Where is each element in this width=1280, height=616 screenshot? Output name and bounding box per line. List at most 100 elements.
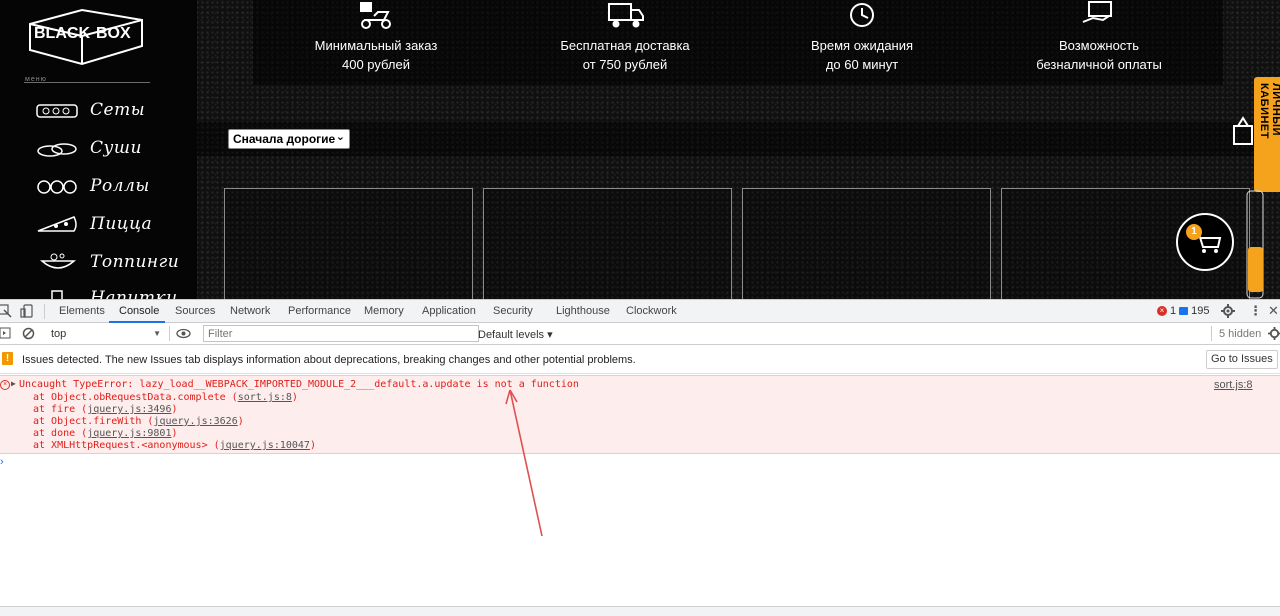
console-filter-input[interactable]	[203, 325, 479, 342]
device-toolbar-icon[interactable]	[20, 304, 34, 318]
product-card[interactable]	[224, 188, 473, 299]
feature-line1: Бесплатная доставка	[560, 38, 690, 53]
card-payment-icon	[1082, 1, 1112, 23]
rolls-icon	[37, 180, 77, 194]
menu-item-rolls[interactable]: Роллы	[34, 173, 194, 199]
stack-frame-text: at fire (	[33, 404, 88, 415]
features-bar: Минимальный заказ 400 рублей Бесплатная …	[253, 0, 1223, 85]
menu-item-label: Роллы	[90, 176, 150, 196]
stack-frame: at XMLHttpRequest.<anonymous> (jquery.js…	[33, 440, 316, 451]
personal-cabinet-label: ЛИЧНЫЙ КАБИНЕТ	[1258, 83, 1280, 139]
logo[interactable]: BLACK BOX	[22, 6, 152, 66]
error-circle-icon: ×	[0, 380, 10, 390]
delivery-scooter-icon	[360, 2, 391, 29]
menu-item-toppings[interactable]: Топпинги	[34, 249, 194, 275]
tab-network[interactable]: Network	[230, 305, 270, 317]
feature-line2: 400 рублей	[342, 57, 410, 72]
feature-card-payment: Возможность безналичной оплаты	[984, 0, 1214, 74]
logo-box-icon: BLACK BOX	[29, 8, 143, 66]
stack-frame-suffix: )	[171, 404, 178, 415]
eye-icon[interactable]	[176, 328, 191, 339]
tab-console[interactable]: Console	[119, 305, 159, 317]
clear-console-icon[interactable]	[22, 327, 35, 340]
message-icon	[1179, 307, 1189, 315]
message-count: 195	[1191, 305, 1210, 317]
cart-count-badge: 1	[1186, 224, 1202, 240]
website-viewport: BLACK BOX меню Сеты Суши Роллы Пицца Топ…	[0, 0, 1280, 299]
stack-frame: at done (jquery.js:9801)	[33, 428, 178, 439]
log-levels-dropdown[interactable]: Default levels ▾	[478, 328, 553, 341]
menu-item-pizza[interactable]: Пицца	[34, 211, 194, 237]
feature-line2: до 60 минут	[825, 57, 899, 72]
menu-item-label: Топпинги	[90, 252, 180, 272]
pizza-icon	[37, 216, 77, 232]
product-card[interactable]	[742, 188, 991, 299]
menu-item-drinks[interactable]: Напитки	[34, 285, 194, 299]
error-message-text: Uncaught TypeError: lazy_load__WEBPACK_I…	[19, 379, 579, 390]
sort-select-value: Сначала дорогие	[233, 132, 336, 146]
side-scroll-thumb[interactable]	[1248, 247, 1263, 292]
context-value: top	[51, 327, 67, 340]
tab-application[interactable]: Application	[422, 305, 476, 317]
console-toolbar: top ▼ Default levels ▾ 5 hidden	[0, 323, 1280, 345]
svg-text:BLACK: BLACK	[34, 25, 90, 42]
stack-frame-suffix: )	[309, 440, 316, 451]
close-icon[interactable]: ✕	[1268, 303, 1279, 319]
stack-frame-link[interactable]: jquery.js:3626	[153, 416, 237, 427]
personal-cabinet-tab[interactable]: ЛИЧНЫЙ КАБИНЕТ	[1254, 77, 1280, 192]
toolbar-divider	[169, 326, 170, 341]
stack-frame-link[interactable]: jquery.js:10047	[220, 440, 310, 451]
timer-icon	[850, 3, 874, 27]
console-settings-gear-icon[interactable]	[1268, 327, 1280, 340]
error-count: 1	[1170, 305, 1177, 317]
sort-band	[197, 122, 1280, 156]
tab-sources[interactable]: Sources	[175, 305, 215, 317]
stack-frame-text: at Object.fireWith (	[33, 416, 154, 427]
error-source-link[interactable]: sort.js:8	[1214, 379, 1253, 391]
tab-elements[interactable]: Elements	[59, 305, 105, 317]
menu-item-label: Сеты	[90, 100, 146, 120]
chevron-down-icon: ⌄	[335, 131, 345, 143]
cart-button[interactable]: 1	[1176, 213, 1234, 271]
product-card[interactable]	[483, 188, 732, 299]
stack-frame-text: at XMLHttpRequest.<anonymous> (	[33, 440, 220, 451]
console-prompt[interactable]: ›	[0, 456, 4, 468]
feature-line2: безналичной оплаты	[1036, 57, 1162, 72]
feature-free-delivery: Бесплатная доставка от 750 рублей	[510, 0, 740, 74]
warning-icon: !	[2, 352, 13, 365]
stack-frame-link[interactable]: jquery.js:9801	[87, 428, 171, 439]
stack-frame: at Object.obRequestData.complete (sort.j…	[33, 392, 298, 403]
sidebar: BLACK BOX меню Сеты Суши Роллы Пицца Топ…	[0, 0, 197, 299]
feature-min-order: Минимальный заказ 400 рублей	[261, 0, 491, 74]
tab-lighthouse[interactable]: Lighthouse	[556, 305, 610, 317]
dropdown-triangle-icon: ▼	[153, 329, 161, 338]
issue-counter[interactable]: × 1 195	[1157, 305, 1209, 317]
tab-performance[interactable]: Performance	[288, 305, 351, 317]
tab-clockwork[interactable]: Clockwork	[626, 305, 677, 317]
context-select[interactable]: top ▼	[45, 324, 163, 343]
feature-line2: от 750 рублей	[582, 57, 668, 72]
gear-icon[interactable]	[1221, 304, 1235, 318]
tabbar-divider	[44, 304, 45, 319]
stack-frame-link[interactable]: sort.js:8	[238, 392, 292, 403]
annotation-arrow	[505, 389, 543, 537]
menu-divider	[24, 82, 150, 83]
more-options-icon[interactable]: ⋮	[1249, 303, 1262, 319]
go-to-issues-button[interactable]: Go to Issues	[1206, 350, 1278, 369]
feature-line1: Возможность	[1058, 38, 1140, 53]
menu-item-sushi[interactable]: Суши	[34, 135, 194, 161]
tab-memory[interactable]: Memory	[364, 305, 404, 317]
stack-frame-link[interactable]: jquery.js:3496	[87, 404, 171, 415]
sort-select[interactable]: Сначала дорогие ⌄	[228, 129, 350, 149]
menu-item-sets[interactable]: Сеты	[34, 97, 194, 123]
expand-triangle-icon[interactable]: ▶	[11, 379, 16, 388]
feature-line1: Время ожидания	[810, 38, 914, 53]
inspect-element-icon[interactable]	[0, 304, 12, 318]
sidebar-toggle-icon[interactable]	[0, 327, 11, 339]
svg-text:BOX: BOX	[96, 25, 131, 42]
hidden-count: 5 hidden	[1219, 328, 1262, 340]
stack-frame-suffix: )	[291, 392, 298, 403]
drinks-icon	[51, 290, 63, 299]
tab-security[interactable]: Security	[493, 305, 533, 317]
sushi-icon	[37, 143, 77, 157]
